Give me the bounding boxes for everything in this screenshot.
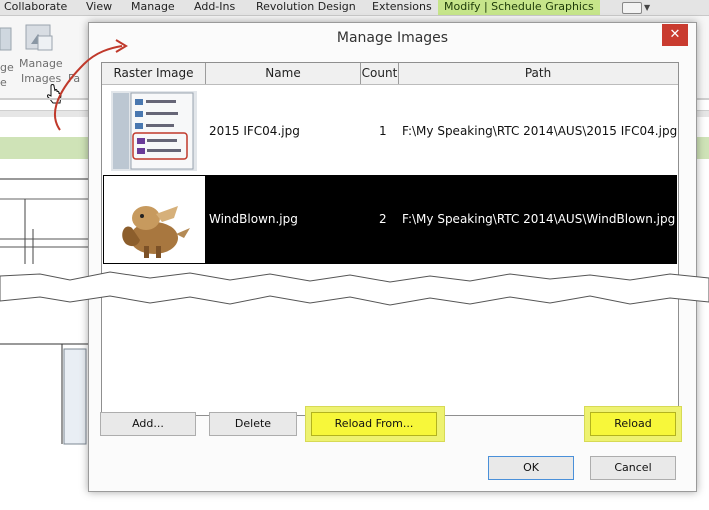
close-button[interactable]: ✕ (662, 24, 688, 46)
table-row-selected[interactable]: WindBlown.jpg 2 F:\My Speaking\RTC 2014\… (103, 175, 677, 264)
table-header: Raster Image Name Count Path (102, 63, 678, 85)
torn-edge-icon (0, 271, 709, 306)
row-count: 1 (379, 124, 387, 138)
images-table: Raster Image Name Count Path 2015 IFC04.… (101, 62, 679, 416)
tab-revolution-design[interactable]: Revolution Design (256, 0, 356, 15)
delete-button[interactable]: Delete (209, 412, 297, 436)
drawing-canvas[interactable] (0, 159, 90, 499)
tab-manage[interactable]: Manage (131, 0, 175, 15)
partial-label-1: ge (0, 61, 14, 74)
dog-photo-icon (122, 206, 190, 258)
column-header-name[interactable]: Name (206, 63, 361, 84)
dialog-title: Manage Images (336, 30, 449, 46)
curved-arrow-icon (54, 39, 128, 131)
quick-access-icon[interactable] (622, 2, 642, 14)
reload-from-button[interactable]: Reload From... (311, 412, 437, 436)
tab-modify-schedule-graphics[interactable]: Modify | Schedule Graphics (438, 0, 600, 15)
reload-button[interactable]: Reload (590, 412, 676, 436)
partial-tool-icon[interactable] (0, 26, 12, 52)
tab-extensions[interactable]: Extensions (372, 0, 432, 15)
drawing-linework-icon (0, 178, 90, 445)
add-button[interactable]: Add... (100, 412, 196, 436)
ribbon-tab-bar: Collaborate View Manage Add-Ins Revoluti… (0, 0, 709, 16)
tab-view[interactable]: View (86, 0, 112, 15)
table-row[interactable]: 2015 IFC04.jpg 1 F:\My Speaking\RTC 2014… (103, 89, 677, 175)
partial-label-2: e (0, 76, 7, 89)
tab-collaborate[interactable]: Collaborate (4, 0, 67, 15)
thumbnail-cell (104, 176, 205, 263)
manage-images-dialog: Manage Images ✕ Raster Image Name Count … (88, 22, 697, 492)
column-header-path[interactable]: Path (399, 63, 677, 84)
row-path: F:\My Speaking\RTC 2014\AUS\WindBlown.jp… (402, 212, 676, 226)
tab-add-ins[interactable]: Add-Ins (194, 0, 235, 15)
row-name: 2015 IFC04.jpg (209, 124, 300, 138)
row-name: WindBlown.jpg (209, 212, 298, 226)
column-header-count[interactable]: Count (361, 63, 399, 84)
dropdown-arrow-icon[interactable]: ▼ (644, 3, 650, 12)
cancel-button[interactable]: Cancel (590, 456, 676, 480)
row-path: F:\My Speaking\RTC 2014\AUS\2015 IFC04.j… (402, 124, 678, 138)
ok-button[interactable]: OK (488, 456, 574, 480)
row-count: 2 (379, 212, 387, 226)
